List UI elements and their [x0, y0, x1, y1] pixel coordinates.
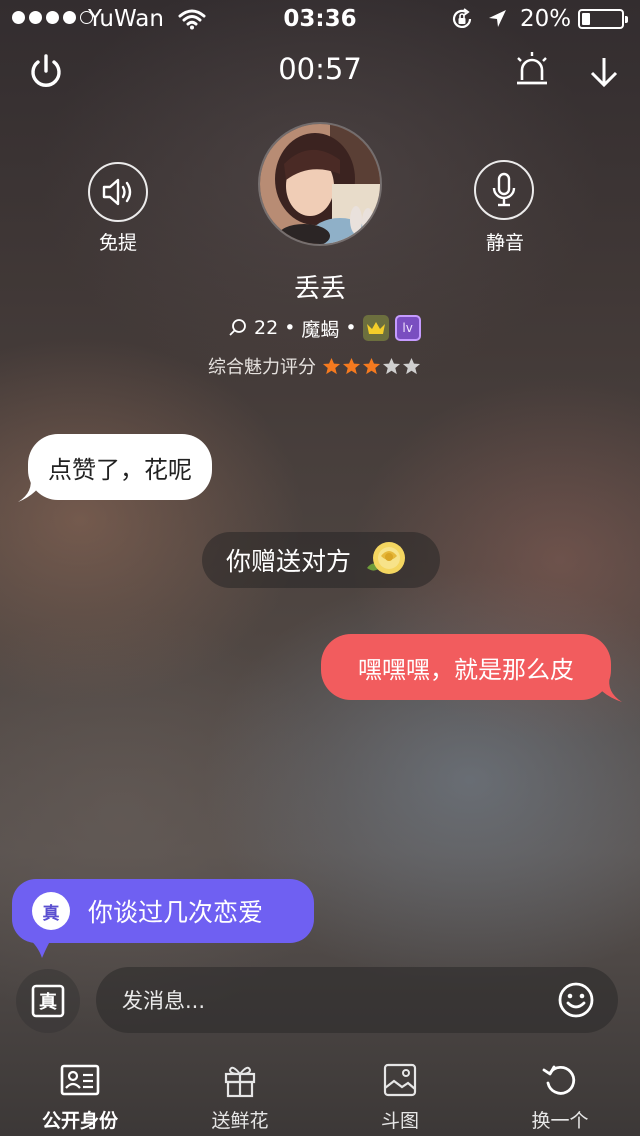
truth-question: 你谈过几次恋爱: [88, 898, 264, 927]
profile-meta: 22 • 魔蝎 • lv: [228, 314, 421, 342]
gender-female-icon: [229, 319, 246, 336]
location-arrow-icon: [486, 8, 508, 36]
message-input[interactable]: 发消息...: [96, 967, 618, 1033]
svg-text:真: 真: [39, 991, 57, 1013]
speaker-label: 免提: [98, 232, 137, 254]
emoji-button[interactable]: [556, 980, 596, 1020]
tab-sticker-battle[interactable]: 斗图: [320, 1050, 480, 1136]
microphone-icon: [492, 172, 516, 207]
arrow-down-icon: [590, 58, 618, 88]
tab-send-flower[interactable]: 送鲜花: [160, 1050, 320, 1136]
rating-stars: [322, 357, 421, 376]
star-icon: [362, 357, 381, 374]
speaker-button[interactable]: [88, 162, 148, 222]
tab-label: 公开身份: [41, 1110, 118, 1132]
mute-button[interactable]: [474, 160, 534, 220]
mute-label: 静音: [485, 232, 524, 254]
profile-sign: 魔蝎: [301, 318, 340, 341]
star-icon: [342, 357, 361, 374]
profile-name: 丢丢: [293, 274, 346, 304]
id-card-icon: [60, 1060, 100, 1100]
gift-icon: [220, 1060, 260, 1100]
refresh-icon: [540, 1060, 580, 1100]
alarm-light-icon: [517, 52, 547, 85]
minimize-button[interactable]: [584, 52, 624, 92]
battery-icon: [578, 9, 628, 29]
profile-age: 22: [254, 317, 279, 339]
charm-rating: 综合魅力评分: [208, 353, 421, 379]
status-bar: YuWan 03:36 20%: [0, 0, 640, 40]
speaker-icon: [102, 178, 132, 206]
star-icon: [382, 357, 401, 374]
image-icon: [380, 1060, 420, 1100]
star-icon: [402, 357, 421, 374]
star-icon: [322, 357, 341, 374]
tab-label: 斗图: [380, 1110, 419, 1132]
truth-card-icon: 真: [31, 984, 65, 1018]
truth-question-card[interactable]: 真 你谈过几次恋爱: [12, 879, 314, 943]
tab-reveal-identity[interactable]: 公开身份: [0, 1050, 160, 1136]
tab-next-person[interactable]: 换一个: [480, 1050, 640, 1136]
rotation-lock-icon: [450, 7, 474, 37]
rose-icon: [367, 542, 406, 574]
bottom-tab-bar: 公开身份 送鲜花 斗图 换一个: [0, 1050, 640, 1136]
system-message-text: 你赠送对方: [226, 547, 352, 576]
meta-dot: •: [345, 317, 357, 339]
gift-system-message: 你赠送对方: [202, 532, 440, 588]
report-button[interactable]: [512, 50, 552, 90]
battery-percent: 20%: [520, 6, 572, 32]
outgoing-message[interactable]: 嘿嘿嘿，就是那么皮: [321, 634, 611, 700]
avatar[interactable]: [258, 122, 382, 246]
rating-label: 综合魅力评分: [208, 357, 316, 378]
tab-label: 送鲜花: [211, 1110, 269, 1132]
crown-badge-icon: [362, 315, 389, 341]
incoming-message[interactable]: 点赞了，花呢: [28, 434, 212, 500]
level-badge: lv: [394, 315, 421, 341]
tab-label: 换一个: [531, 1110, 589, 1132]
message-input-placeholder: 发消息...: [122, 989, 206, 1013]
truth-icon: 真: [32, 892, 70, 930]
meta-dot: •: [284, 317, 296, 339]
smiley-icon: [558, 982, 594, 1018]
truth-button[interactable]: 真: [16, 969, 80, 1033]
